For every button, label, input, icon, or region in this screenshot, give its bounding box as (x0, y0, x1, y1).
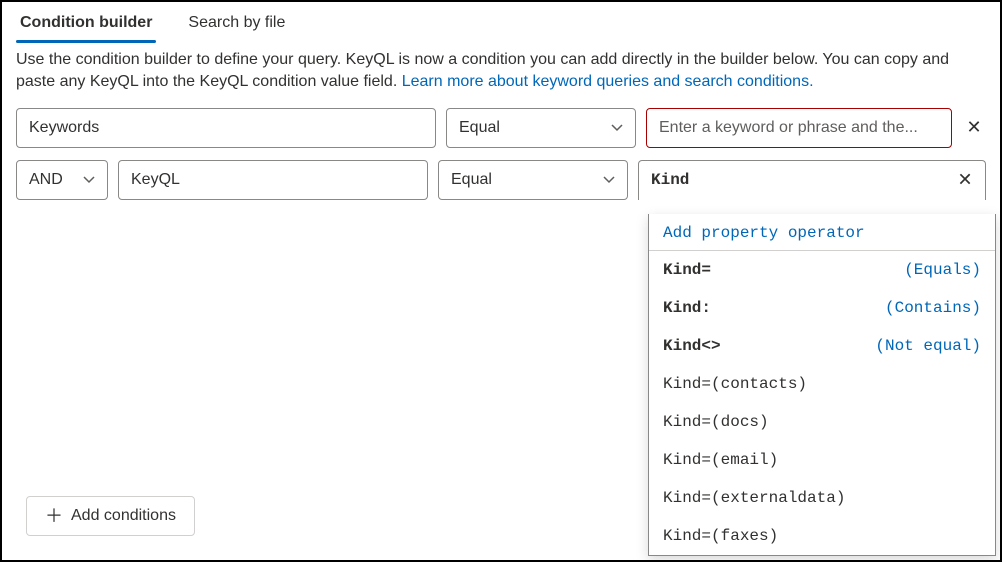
condition-builder-panel: Condition builder Search by file Use the… (0, 0, 1002, 562)
value-text: Kind=(contacts) (663, 375, 807, 393)
operator-select-1[interactable]: Equal (446, 108, 636, 148)
op-key: Kind= (663, 261, 711, 279)
operator-label: Equal (451, 171, 492, 189)
condition-row-1: Keywords Equal Enter a keyword or phrase… (16, 108, 986, 148)
value-text: Kind=(docs) (663, 413, 769, 431)
value-input-1[interactable]: Enter a keyword or phrase and the... (646, 108, 952, 148)
op-desc: (Contains) (885, 299, 981, 317)
tab-strip: Condition builder Search by file (2, 2, 1000, 43)
dropdown-op-equals[interactable]: Kind= (Equals) (649, 251, 995, 289)
logic-operator-select[interactable]: AND (16, 160, 108, 200)
keyql-autocomplete-dropdown: Add property operator Kind= (Equals) Kin… (648, 214, 996, 556)
keyql-value-input[interactable]: Kind ✕ (638, 160, 986, 200)
add-conditions-label: Add conditions (71, 507, 176, 525)
add-conditions-button[interactable]: ＋ Add conditions (26, 496, 195, 536)
value-placeholder: Enter a keyword or phrase and the... (659, 119, 918, 137)
property-select-keyql[interactable]: KeyQL (118, 160, 428, 200)
dropdown-value-externaldata[interactable]: Kind=(externaldata) (649, 479, 995, 517)
op-key: Kind<> (663, 337, 721, 355)
plus-icon: ＋ (45, 507, 63, 525)
dropdown-header: Add property operator (649, 214, 995, 251)
operator-select-2[interactable]: Equal (438, 160, 628, 200)
op-desc: (Equals) (904, 261, 981, 279)
op-key: Kind: (663, 299, 711, 317)
value-text: Kind=(externaldata) (663, 489, 845, 507)
value-text: Kind=(faxes) (663, 527, 778, 545)
remove-row-2-button[interactable]: ✕ (953, 170, 977, 191)
learn-more-link[interactable]: Learn more about keyword queries and sea… (402, 73, 814, 90)
condition-rows: Keywords Equal Enter a keyword or phrase… (2, 108, 1000, 200)
chevron-down-icon (611, 122, 623, 134)
property-label: Keywords (29, 119, 99, 137)
property-label: KeyQL (131, 171, 180, 189)
operator-label: Equal (459, 119, 500, 137)
dropdown-value-contacts[interactable]: Kind=(contacts) (649, 365, 995, 403)
dropdown-value-faxes[interactable]: Kind=(faxes) (649, 517, 995, 555)
condition-row-2: AND KeyQL Equal Kind ✕ (16, 160, 986, 200)
dropdown-value-docs[interactable]: Kind=(docs) (649, 403, 995, 441)
logic-operator-label: AND (29, 171, 63, 189)
dropdown-op-contains[interactable]: Kind: (Contains) (649, 289, 995, 327)
chevron-down-icon (603, 174, 615, 186)
description-text: Use the condition builder to define your… (2, 43, 1000, 108)
chevron-down-icon (83, 174, 95, 186)
tab-search-by-file[interactable]: Search by file (184, 2, 289, 42)
value-text: Kind=(email) (663, 451, 778, 469)
keyql-value-text: Kind (651, 171, 689, 189)
dropdown-op-notequal[interactable]: Kind<> (Not equal) (649, 327, 995, 365)
property-select-keywords[interactable]: Keywords (16, 108, 436, 148)
dropdown-value-email[interactable]: Kind=(email) (649, 441, 995, 479)
op-desc: (Not equal) (875, 337, 981, 355)
remove-row-1-button[interactable]: ✕ (962, 117, 986, 138)
tab-condition-builder[interactable]: Condition builder (16, 2, 156, 42)
